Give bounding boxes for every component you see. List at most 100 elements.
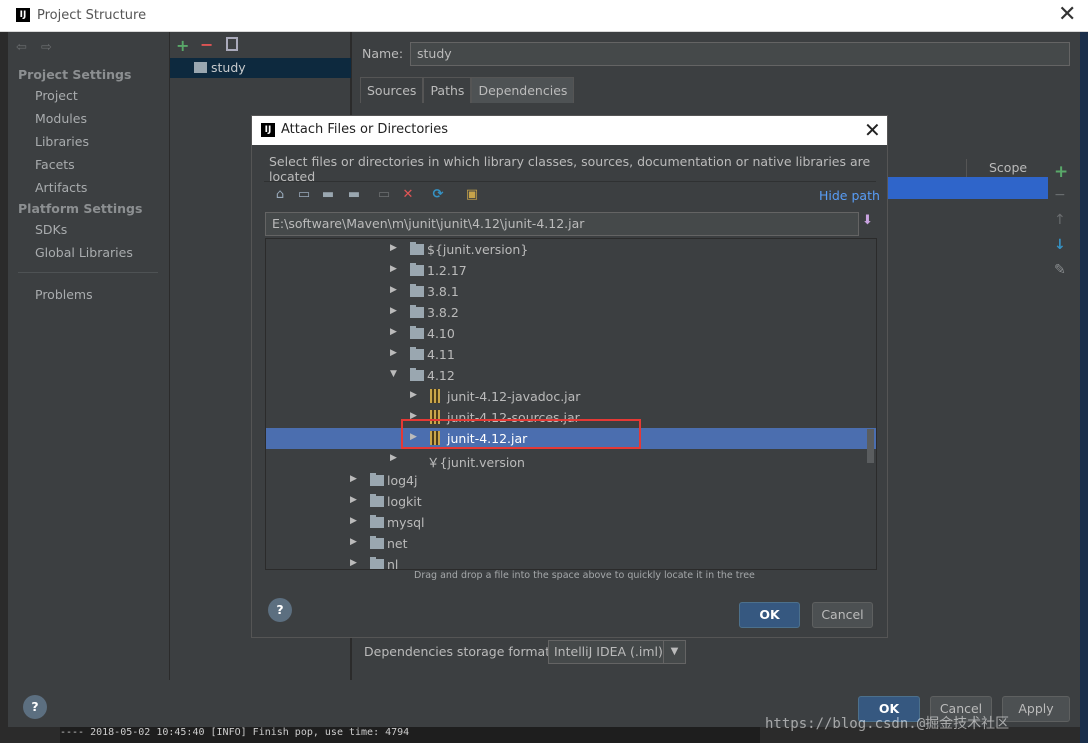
nav-arrows: ⇦ ⇨ [16, 40, 62, 55]
tree-item[interactable]: ▶ 3.8.2 [266, 302, 876, 323]
hide-path-link[interactable]: Hide path [819, 188, 880, 203]
selected-dependency-row[interactable] [882, 177, 1048, 199]
tab-dependencies[interactable]: Dependencies [471, 77, 575, 103]
remove-dependency-icon[interactable]: − [1054, 187, 1066, 203]
project-folder-icon[interactable]: ▬ [320, 187, 336, 203]
tree-item[interactable]: ▶ log4j [266, 470, 876, 491]
intellij-logo-icon: IJ [16, 8, 30, 22]
module-label: study [211, 60, 246, 75]
expand-arrow-icon[interactable]: ▶ [350, 474, 357, 484]
nav-item-global-libraries[interactable]: Global Libraries [35, 245, 133, 260]
close-dialog-icon[interactable]: ✕ [864, 118, 881, 142]
tree-scrollbar[interactable] [867, 429, 874, 463]
storage-format-select[interactable]: IntelliJ IDEA (.iml) ▼ [548, 640, 686, 664]
module-folder-icon [194, 62, 207, 73]
drag-drop-hint: Drag and drop a file into the space abov… [414, 570, 755, 581]
tree-item-label: junit-4.12-javadoc.jar [447, 389, 581, 404]
tree-item[interactable]: ▶ ${junit.version} [266, 239, 876, 260]
tree-item[interactable]: ▶ mysql [266, 512, 876, 533]
dialog-ok-button[interactable]: OK [739, 602, 800, 628]
nav-item-modules[interactable]: Modules [35, 111, 87, 126]
move-up-icon[interactable]: ↑ [1054, 212, 1066, 228]
expand-arrow-icon[interactable]: ▶ [350, 537, 357, 547]
edit-icon[interactable]: ✎ [1054, 262, 1066, 278]
expand-arrow-icon[interactable]: ▶ [390, 453, 397, 463]
nav-item-problems[interactable]: Problems [35, 287, 93, 302]
module-item-study[interactable]: study [170, 58, 351, 78]
move-down-icon[interactable]: ↓ [1054, 237, 1066, 253]
tree-item[interactable]: ▶ 3.8.1 [266, 281, 876, 302]
expand-arrow-icon[interactable]: ▶ [390, 348, 397, 358]
expand-arrow-icon[interactable]: ▶ [390, 306, 397, 316]
expand-arrow-icon[interactable]: ▶ [390, 327, 397, 337]
tree-item[interactable]: ▶ net [266, 533, 876, 554]
intellij-logo-icon: IJ [261, 123, 275, 137]
tree-item-label: logkit [387, 494, 422, 509]
dialog-titlebar: IJ Attach Files or Directories ✕ [252, 116, 887, 145]
nav-item-facets[interactable]: Facets [35, 157, 75, 172]
tree-item[interactable]: ▶ 1.2.17 [266, 260, 876, 281]
back-arrow-icon[interactable]: ⇦ [16, 40, 27, 55]
delete-icon[interactable]: ✕ [400, 187, 416, 203]
name-label: Name: [362, 46, 404, 61]
tree-item-label: 3.8.2 [427, 305, 459, 320]
forward-arrow-icon[interactable]: ⇨ [41, 40, 52, 55]
tree-item-label: ${junit.version} [427, 242, 529, 257]
tree-item[interactable]: ▶ junit-4.12-javadoc.jar [266, 386, 876, 407]
settings-nav: ⇦ ⇨ Project Settings Project Modules Lib… [8, 32, 169, 680]
expand-arrow-icon[interactable]: ▶ [350, 558, 357, 568]
expand-arrow-icon[interactable]: ▶ [390, 264, 397, 274]
expand-arrow-icon[interactable]: ▶ [390, 285, 397, 295]
path-input[interactable]: E:\software\Maven\m\junit\junit\4.12\jun… [265, 212, 859, 236]
module-folder-icon[interactable]: ▬ [346, 187, 362, 203]
background-edge-right [1080, 32, 1088, 743]
tree-item[interactable]: ▶ ￥{junit.version [266, 449, 876, 470]
home-icon[interactable]: ⌂ [272, 187, 288, 203]
tree-item-label: 3.8.1 [427, 284, 459, 299]
scope-column-header[interactable]: Scope [966, 159, 1048, 177]
desktop-icon[interactable]: ▭ [296, 187, 312, 203]
show-hidden-icon[interactable]: ▣ [464, 187, 480, 203]
history-icon[interactable]: ⬇ [862, 213, 876, 231]
expand-arrow-icon[interactable]: ▶ [350, 516, 357, 526]
refresh-icon[interactable]: ⟳ [430, 187, 446, 203]
add-icon[interactable]: + [176, 36, 189, 55]
help-icon[interactable]: ? [268, 598, 292, 622]
add-dependency-icon[interactable]: + [1054, 162, 1068, 182]
folder-icon [410, 347, 424, 360]
tree-item[interactable]: ▼ 4.12 [266, 365, 876, 386]
folder-icon [410, 284, 424, 297]
tab-sources[interactable]: Sources [360, 77, 424, 103]
folder-icon [370, 536, 384, 549]
help-icon[interactable]: ? [23, 695, 47, 719]
folder-icon [410, 263, 424, 276]
tab-paths[interactable]: Paths [423, 77, 472, 103]
close-window-icon[interactable]: ✕ [1058, 3, 1076, 27]
tree-item-label: ￥{junit.version [427, 455, 525, 470]
dialog-cancel-button[interactable]: Cancel [812, 602, 873, 628]
apply-button[interactable]: Apply [1002, 696, 1070, 722]
tree-item[interactable]: ▶ 4.11 [266, 344, 876, 365]
tree-item[interactable]: ▶ 4.10 [266, 323, 876, 344]
tree-item[interactable]: ▶ nl [266, 554, 876, 569]
collapse-arrow-icon[interactable]: ▼ [390, 369, 397, 379]
tree-item[interactable]: ▶ logkit [266, 491, 876, 512]
new-folder-icon[interactable]: ▭ [376, 187, 392, 203]
folder-icon [410, 242, 424, 255]
expand-arrow-icon[interactable]: ▶ [390, 243, 397, 253]
nav-item-project[interactable]: Project [35, 88, 78, 103]
storage-format-value: IntelliJ IDEA (.iml) [554, 644, 663, 659]
expand-arrow-icon[interactable]: ▶ [410, 390, 417, 400]
expand-arrow-icon[interactable]: ▶ [350, 495, 357, 505]
nav-item-libraries[interactable]: Libraries [35, 134, 89, 149]
storage-format-label: Dependencies storage format: [364, 644, 555, 659]
folder-icon [370, 494, 384, 507]
copy-icon[interactable] [226, 37, 238, 51]
remove-icon[interactable]: − [200, 35, 213, 54]
nav-item-artifacts[interactable]: Artifacts [35, 180, 87, 195]
module-name-input[interactable]: study [410, 42, 1070, 66]
file-tree[interactable]: ▶ ${junit.version} ▶ 1.2.17 ▶ 3.8.1 ▶ 3.… [265, 238, 877, 570]
tree-item-label: 4.10 [427, 326, 455, 341]
nav-item-sdks[interactable]: SDKs [35, 222, 67, 237]
tree-item-label: 4.11 [427, 347, 455, 362]
